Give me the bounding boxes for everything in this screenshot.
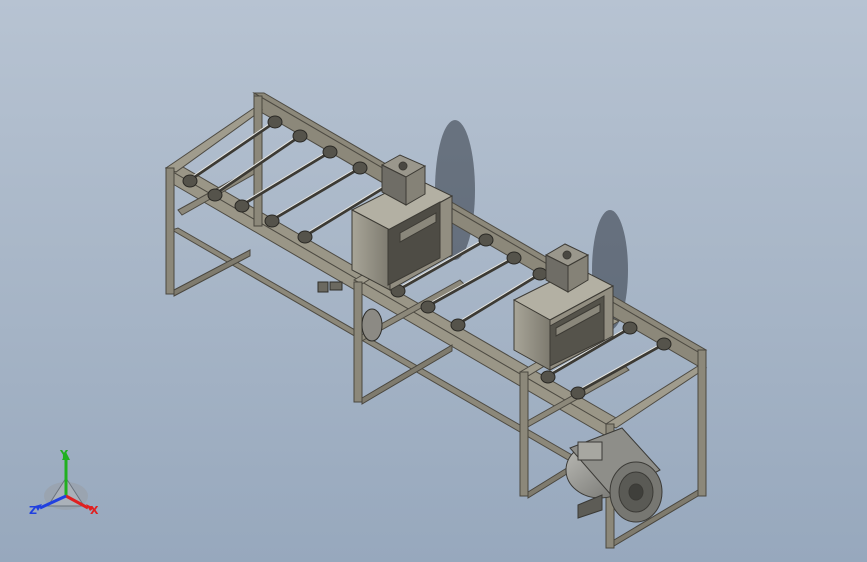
frame-back-rail bbox=[252, 92, 708, 367]
drive-motor bbox=[565, 427, 663, 523]
conveyor-machine-model[interactable] bbox=[0, 0, 867, 562]
axis-triad bbox=[35, 452, 94, 511]
x-axis-label: X bbox=[90, 504, 99, 517]
z-axis-label: Z bbox=[29, 504, 37, 517]
y-axis-label: Y bbox=[60, 448, 68, 461]
cad-3d-viewport[interactable]: Y X Z bbox=[0, 0, 867, 562]
